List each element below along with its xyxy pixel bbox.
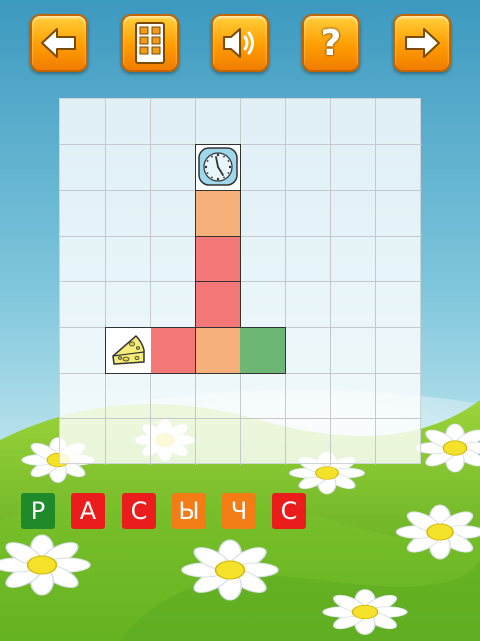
help-button[interactable]: ? — [302, 14, 360, 72]
letter-tile[interactable]: С — [272, 493, 306, 529]
next-button[interactable] — [393, 14, 451, 72]
path-cell[interactable] — [240, 327, 286, 374]
sound-button[interactable] — [211, 14, 269, 72]
start-cell[interactable] — [195, 144, 241, 191]
question-mark-icon: ? — [320, 22, 342, 64]
finish-cell[interactable] — [105, 327, 151, 374]
grid-menu-icon — [135, 22, 165, 64]
path-cell[interactable] — [195, 281, 241, 328]
letter-tile[interactable]: Ы — [172, 493, 206, 529]
path-cell[interactable] — [150, 327, 196, 374]
path-cell[interactable] — [195, 236, 241, 282]
path-cell[interactable] — [195, 327, 241, 374]
clock-icon — [198, 147, 238, 186]
arrow-left-icon — [41, 28, 76, 58]
back-button[interactable] — [30, 14, 88, 72]
speaker-icon — [223, 28, 254, 58]
letter-tile[interactable]: С — [122, 493, 156, 529]
path-cell[interactable] — [195, 190, 241, 237]
letter-tile[interactable]: А — [71, 493, 105, 529]
levels-button[interactable] — [121, 14, 179, 72]
cheese-icon — [112, 335, 145, 365]
letter-tile[interactable]: Ч — [222, 493, 256, 529]
letter-tile[interactable]: Р — [21, 493, 55, 529]
game-board — [59, 98, 422, 465]
grid-lines — [60, 99, 422, 465]
arrow-right-icon — [405, 28, 440, 58]
